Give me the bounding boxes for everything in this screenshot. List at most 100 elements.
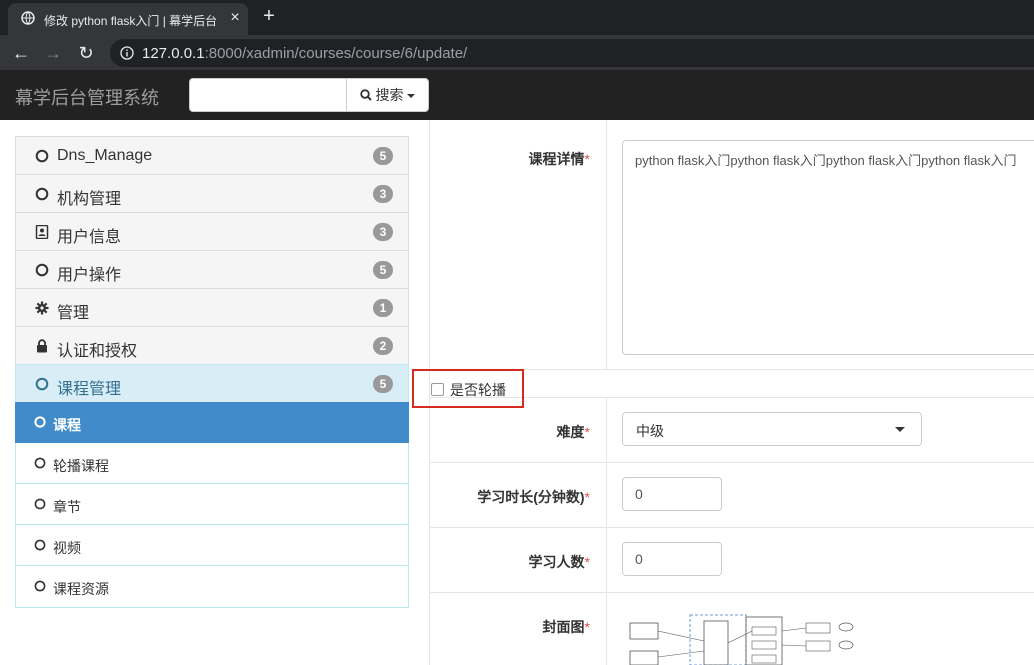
lock-icon — [37, 339, 47, 353]
sidebar-item-label: 认证和授权 — [57, 343, 138, 360]
browser-tab[interactable]: 修改 python flask入门 | 幕学后台 × — [8, 3, 248, 35]
field-label-cover: 封面图* — [430, 617, 590, 637]
duration-value: 0 — [635, 486, 643, 502]
circle-icon — [34, 457, 46, 469]
app-navbar: 幕学后台管理系统 搜索 — [0, 70, 1034, 120]
url-text: 127.0.0.1:8000/xadmin/courses/course/6/u… — [142, 45, 467, 62]
sidebar-item-courses[interactable]: 课程管理 5 — [15, 364, 409, 403]
required-mark: * — [584, 619, 590, 635]
search-button-label: 搜索 — [375, 87, 404, 103]
row-divider — [606, 463, 607, 527]
circle-icon — [34, 498, 46, 510]
field-label-text: 封面图 — [542, 619, 585, 635]
sidebar-subitem-label: 章节 — [53, 499, 81, 515]
field-label-text: 课程详情 — [528, 151, 585, 167]
required-mark: * — [584, 554, 590, 570]
row-divider — [606, 120, 607, 369]
row-divider — [606, 528, 607, 592]
new-tab-icon[interactable]: + — [258, 5, 280, 27]
difficulty-value: 中级 — [636, 423, 664, 439]
close-tab-icon[interactable]: × — [226, 9, 244, 27]
sidebar-item-label: 课程管理 — [57, 381, 122, 398]
count-badge: 2 — [373, 337, 393, 355]
search-input[interactable] — [190, 79, 347, 111]
count-badge: 5 — [373, 261, 393, 279]
sidebar-subitem-course[interactable]: 课程 — [15, 402, 409, 443]
duration-input[interactable]: 0 — [622, 477, 722, 511]
sidebar-subitem-banner-course[interactable]: 轮播课程 — [15, 443, 409, 484]
back-icon[interactable]: ← — [10, 42, 32, 64]
browser-tab-strip: 修改 python flask入门 | 幕学后台 × + — [0, 0, 1034, 35]
count-badge: 3 — [373, 223, 393, 241]
search-group: 搜索 — [189, 78, 429, 112]
url-host: 127.0.0.1 — [142, 45, 205, 62]
url-path: :8000/xadmin/courses/course/6/update/ — [204, 45, 468, 62]
form-row-cover: 封面图* — [430, 593, 1034, 665]
field-label-difficulty: 难度* — [430, 422, 590, 442]
sidebar-item-auth[interactable]: 认证和授权 2 — [15, 326, 409, 365]
field-label-duration: 学习时长(分钟数)* — [430, 487, 590, 507]
cover-image[interactable] — [622, 607, 866, 665]
banner-checkbox[interactable] — [431, 383, 444, 396]
count-badge: 5 — [373, 375, 393, 393]
form-row-detail: 课程详情* python flask入门python flask入门python… — [430, 120, 1034, 370]
globe-icon — [21, 11, 35, 25]
sidebar-subitem-label: 视频 — [53, 540, 81, 556]
required-mark: * — [584, 151, 590, 167]
browser-toolbar: ← → ↻ 127.0.0.1:8000/xadmin/courses/cour… — [0, 35, 1034, 70]
difficulty-select[interactable]: 中级 — [622, 412, 922, 446]
count-badge: 1 — [373, 299, 393, 317]
sidebar-item-label: 用户操作 — [57, 267, 122, 284]
field-label-text: 学习时长(分钟数) — [477, 489, 585, 505]
banner-checkbox-row[interactable]: 是否轮播 — [412, 369, 524, 408]
reload-icon[interactable]: ↻ — [75, 42, 97, 64]
gear-icon — [35, 301, 49, 315]
required-mark: * — [584, 424, 590, 440]
circle-icon — [35, 149, 49, 163]
row-divider — [606, 593, 607, 665]
circle-icon — [34, 539, 46, 551]
sidebar-item-org[interactable]: 机构管理 3 — [15, 174, 409, 213]
students-value: 0 — [635, 551, 643, 567]
sidebar-item-dns-manage[interactable]: Dns_Manage 5 — [15, 136, 409, 175]
sidebar-item-label: 管理 — [57, 305, 90, 322]
circle-icon — [35, 377, 49, 391]
sidebar-subitem-video[interactable]: 视频 — [15, 525, 409, 566]
sidebar-item-admin[interactable]: 管理 1 — [15, 288, 409, 327]
detail-text: python flask入门python flask入门python flask… — [635, 153, 1017, 168]
field-label-detail: 课程详情* — [430, 149, 590, 169]
contact-card-icon — [35, 225, 49, 239]
banner-checkbox-label: 是否轮播 — [450, 382, 506, 398]
detail-textarea[interactable]: python flask入门python flask入门python flask… — [622, 140, 1034, 355]
field-label-text: 学习人数 — [528, 554, 585, 570]
field-label-text: 难度 — [556, 424, 585, 440]
sidebar-subitem-chapter[interactable]: 章节 — [15, 484, 409, 525]
forward-icon[interactable]: → — [42, 42, 64, 64]
sidebar-item-user-info[interactable]: 用户信息 3 — [15, 212, 409, 251]
circle-icon — [35, 263, 49, 277]
sidebar-item-label: Dns_Manage — [57, 147, 153, 164]
circle-icon — [34, 580, 46, 592]
sidebar-item-label: 机构管理 — [57, 191, 122, 208]
info-icon[interactable] — [120, 46, 134, 60]
sidebar-subitem-label: 课程 — [53, 417, 81, 433]
sidebar-subitem-label: 课程资源 — [53, 581, 109, 597]
field-label-students: 学习人数* — [430, 552, 590, 572]
required-mark: * — [584, 489, 590, 505]
form-row-duration: 学习时长(分钟数)* 0 — [430, 463, 1034, 528]
caret-down-icon — [407, 94, 416, 98]
circle-icon — [35, 187, 49, 201]
count-badge: 5 — [373, 147, 393, 165]
sidebar-item-user-ops[interactable]: 用户操作 5 — [15, 250, 409, 289]
address-bar[interactable]: 127.0.0.1:8000/xadmin/courses/course/6/u… — [110, 39, 1034, 67]
search-button[interactable]: 搜索 — [347, 79, 428, 111]
sidebar-subitem-resource[interactable]: 课程资源 — [15, 566, 409, 608]
row-divider — [606, 398, 607, 462]
count-badge: 3 — [373, 185, 393, 203]
sidebar-item-label: 用户信息 — [57, 229, 122, 246]
tab-title: 修改 python flask入门 | 幕学后台 — [44, 14, 218, 28]
search-icon — [359, 89, 372, 101]
sidebar-subitem-label: 轮播课程 — [53, 458, 109, 474]
students-input[interactable]: 0 — [622, 542, 722, 576]
brand-title[interactable]: 幕学后台管理系统 — [15, 84, 159, 110]
